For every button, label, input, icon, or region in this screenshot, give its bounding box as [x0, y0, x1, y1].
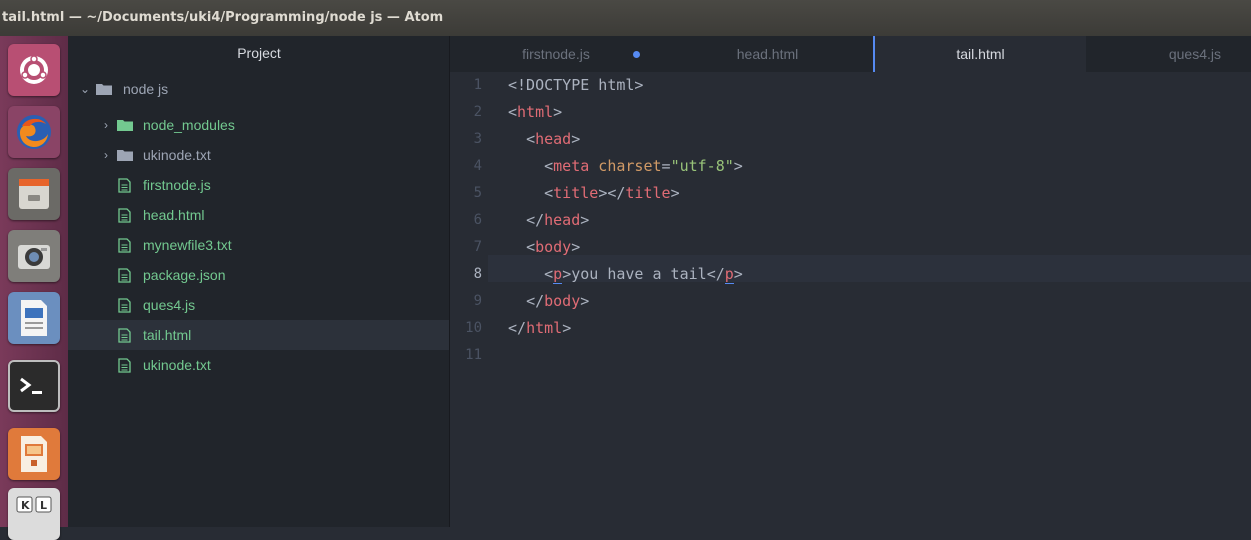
unity-launcher: KL [0, 36, 68, 540]
file-text-icon [118, 298, 131, 313]
ubuntu-dash-icon[interactable] [8, 44, 60, 96]
keyboard-icon[interactable]: KL [8, 488, 60, 540]
tree-file-firstnode[interactable]: firstnode.js [68, 170, 449, 200]
file-text-icon [118, 268, 131, 283]
line-number: 1 [473, 77, 482, 93]
window-titlebar[interactable]: tail.html — ~/Documents/uki4/Programming… [0, 0, 1251, 36]
tree-folder-label: node_modules [143, 117, 235, 133]
tab-firstnode[interactable]: firstnode.js [450, 36, 662, 72]
chevron-right-icon: › [104, 148, 108, 162]
code-line: </body> [526, 292, 590, 310]
code-line: </head> [526, 211, 590, 229]
tree-file-label: mynewfile3.txt [143, 237, 232, 253]
tab-label: ques4.js [1168, 46, 1221, 62]
files-icon[interactable] [8, 168, 60, 220]
file-text-icon [118, 328, 131, 343]
tree-file-label: ukinode.txt [143, 357, 211, 373]
tree-folder-ukinode[interactable]: › ukinode.txt [68, 140, 449, 170]
file-text-icon [118, 178, 131, 193]
tree-file-ukinode[interactable]: ukinode.txt [68, 350, 449, 380]
folder-icon [117, 120, 133, 131]
file-text-icon [118, 358, 131, 373]
tab-label: firstnode.js [522, 46, 590, 62]
tab-label: head.html [736, 46, 799, 62]
line-number: 6 [473, 212, 482, 228]
tree-file-label: firstnode.js [143, 177, 211, 193]
file-text-icon [118, 238, 131, 253]
folder-icon [117, 150, 133, 161]
tree-root-label: node js [123, 81, 169, 97]
code-line-current: <p>you have a tail</p> [544, 265, 743, 284]
chevron-down-icon: ⌄ [80, 82, 91, 96]
tree-file-tail[interactable]: tail.html [68, 320, 449, 350]
line-number: 5 [473, 185, 482, 201]
code-line: <!DOCTYPE html> [508, 76, 644, 94]
tree-root-folder[interactable]: ⌄ node js [68, 74, 449, 104]
tree-file-package[interactable]: package.json [68, 260, 449, 290]
impress-icon[interactable] [8, 428, 60, 480]
code-line: <title></title> [544, 184, 680, 202]
svg-text:L: L [40, 499, 47, 512]
line-number: 10 [465, 320, 482, 336]
writer-icon[interactable] [8, 292, 60, 344]
code-line: </html> [508, 319, 572, 337]
tree-folder-label: ukinode.txt [143, 147, 211, 163]
code-line: <head> [526, 130, 581, 148]
tree-file-mynewfile3[interactable]: mynewfile3.txt [68, 230, 449, 260]
tree-file-label: tail.html [143, 327, 192, 343]
editor-pane: firstnode.js head.html tail.html ques4.j… [450, 36, 1251, 527]
tab-bar: firstnode.js head.html tail.html ques4.j… [450, 36, 1251, 72]
camera-icon[interactable] [8, 230, 60, 282]
modified-dot-icon [633, 51, 640, 58]
tab-ques4[interactable]: ques4.js [1086, 36, 1251, 72]
tab-label: tail.html [956, 46, 1005, 62]
line-number: 3 [473, 131, 482, 147]
tree-folder-node-modules[interactable]: › node_modules [68, 110, 449, 140]
chevron-right-icon: › [104, 118, 108, 132]
window-title: tail.html — ~/Documents/uki4/Programming… [2, 10, 444, 25]
svg-text:K: K [21, 499, 30, 512]
tree-view-title[interactable]: Project [68, 36, 450, 70]
tree-view: Project ⌄ node js › node_modules › ukino… [68, 36, 450, 527]
line-number: 8 [473, 266, 482, 282]
tab-head[interactable]: head.html [662, 36, 873, 72]
line-number: 2 [473, 104, 482, 120]
folder-icon [96, 84, 112, 95]
line-number: 7 [473, 239, 482, 255]
line-number: 9 [473, 293, 482, 309]
tree-file-label: head.html [143, 207, 205, 223]
code-line: <meta charset="utf-8"> [544, 157, 743, 175]
tree-file-ques4[interactable]: ques4.js [68, 290, 449, 320]
terminal-icon[interactable] [8, 360, 60, 412]
tab-tail[interactable]: tail.html [875, 36, 1086, 72]
code-line: <html> [508, 103, 563, 121]
code-line: <body> [526, 238, 581, 256]
tree-file-label: package.json [143, 267, 226, 283]
tree-file-label: ques4.js [143, 297, 196, 313]
line-number: 11 [465, 347, 482, 363]
file-text-icon [118, 208, 131, 223]
line-number: 4 [473, 158, 482, 174]
firefox-icon[interactable] [8, 106, 60, 158]
tree-file-head[interactable]: head.html [68, 200, 449, 230]
